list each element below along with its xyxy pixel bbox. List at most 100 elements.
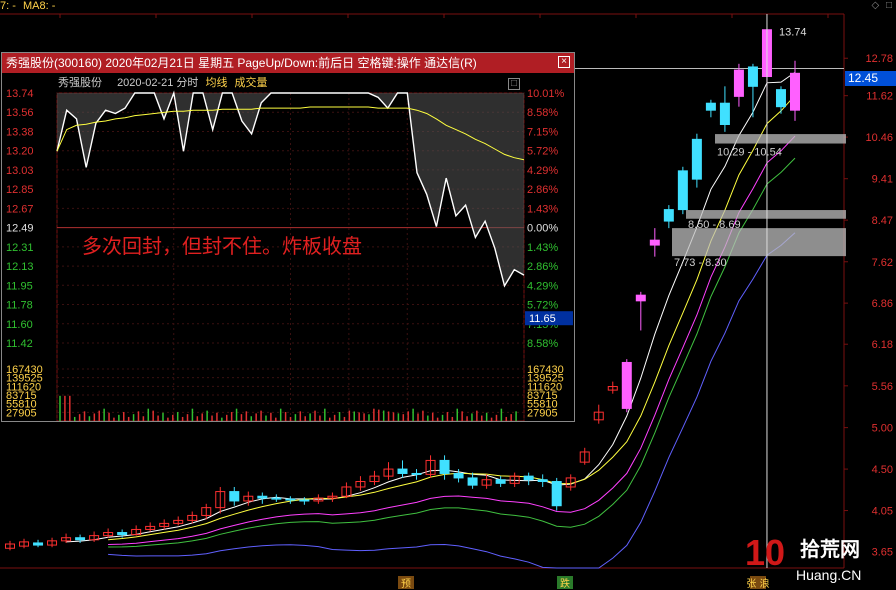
candle xyxy=(5,540,15,551)
y-tick-label: 12.78 xyxy=(865,53,893,65)
support-zone xyxy=(672,228,846,257)
candle-body xyxy=(285,498,296,501)
y-tick-label: 5.56 xyxy=(872,381,893,393)
candle xyxy=(719,86,730,132)
indicator-prefix: 7: - xyxy=(0,0,16,12)
candle xyxy=(509,472,520,487)
close-icon[interactable]: × xyxy=(558,56,570,68)
candle xyxy=(649,228,660,257)
pct-tick-label: 7.15% xyxy=(527,126,558,138)
candle-body xyxy=(75,537,86,541)
toggle-icon[interactable]: □ xyxy=(508,78,520,90)
candle xyxy=(691,133,702,188)
candle-body xyxy=(117,532,128,536)
candle xyxy=(145,522,156,532)
restore-icon[interactable]: □ xyxy=(886,0,892,11)
support-zone-label: 10.29 - 10.54 xyxy=(717,147,782,159)
popup-subheader: 秀强股份 2020-02-21 分时 均线 成交量 xyxy=(2,75,574,91)
date-label: 2020-02-21 xyxy=(117,77,174,89)
candle xyxy=(299,497,310,505)
y-tick-label: 4.50 xyxy=(872,464,893,476)
candle xyxy=(33,539,44,548)
candle-body xyxy=(453,472,464,479)
candle-body xyxy=(257,495,268,499)
y-tick-label: 11.62 xyxy=(866,91,893,103)
price-tick-label: 11.78 xyxy=(6,300,33,312)
candle-body xyxy=(691,138,702,180)
price-tick-label: 12.67 xyxy=(6,203,34,215)
candle xyxy=(523,472,534,486)
candle xyxy=(173,516,184,526)
price-tick-label: 12.31 xyxy=(6,242,34,254)
y-tick-label: 6.86 xyxy=(872,298,893,310)
candle xyxy=(663,205,674,229)
pct-tick-label: 8.58% xyxy=(527,107,558,119)
support-zone-label: 7.73 - 8.30 xyxy=(674,257,727,269)
price-tick-label: 11.42 xyxy=(6,338,33,350)
watermark-url: Huang.CN xyxy=(796,567,861,583)
last-price-label: 11.65 xyxy=(529,313,556,325)
popup-title-text: 秀强股份(300160) 2020年02月21日 星期五 PageUp/Down… xyxy=(6,56,477,70)
pct-tick-label: 5.72% xyxy=(527,300,558,312)
y-tick-label: 6.18 xyxy=(872,339,893,351)
intraday-chart: 13.74 10.01%13.56 8.58%13.38 7.15%13.20 5.72… xyxy=(6,88,573,421)
price-tick-label: 13.03 xyxy=(6,165,34,177)
candle-body xyxy=(299,499,310,502)
watermark-number: 10 xyxy=(745,532,785,573)
avg-line-label: 均线 xyxy=(205,77,228,89)
candle xyxy=(19,538,30,549)
pct-tick-label: 8.58% xyxy=(527,338,558,350)
candle-body xyxy=(537,479,548,483)
price-tick-label: 12.49 xyxy=(6,223,34,235)
y-tick-label: 5.00 xyxy=(872,423,893,435)
candle xyxy=(607,381,618,394)
candle xyxy=(103,528,114,538)
candle xyxy=(355,476,366,491)
candle-body xyxy=(635,294,646,302)
candle-body xyxy=(397,468,408,474)
pct-tick-label: 1.43% xyxy=(527,203,558,215)
candle xyxy=(285,496,296,504)
peak-label: 13.74 xyxy=(779,27,807,39)
bottom-marker: 张 浪 xyxy=(746,577,769,590)
y-tick-label: 10.46 xyxy=(865,132,893,144)
intraday-popup[interactable]: 13.74 10.01% 13.56 8.58% 13.38 7.15% 13.20 5.72… xyxy=(1,52,575,422)
candle-body xyxy=(439,459,450,474)
pct-tick-label: 4.29% xyxy=(527,165,558,177)
support-zone xyxy=(715,134,846,144)
candle-body xyxy=(790,72,800,111)
candle xyxy=(790,60,800,121)
candle xyxy=(397,460,408,478)
y-tick-label: 8.47 xyxy=(872,215,893,227)
candle-body xyxy=(733,69,744,97)
candle xyxy=(677,166,688,215)
candle xyxy=(271,494,282,502)
candle-body xyxy=(523,475,534,481)
pct-tick-label: 0.00% xyxy=(527,223,558,235)
pct-tick-label: 2.86% xyxy=(527,184,558,196)
candle xyxy=(47,537,58,548)
price-tick-label: 11.95 xyxy=(6,280,33,292)
ma8-label: MA8: - xyxy=(22,0,56,12)
price-tick-label: 11.60 xyxy=(6,319,33,331)
candle xyxy=(635,291,646,331)
annotation-text: 多次回封，但封不住。炸板收盘 xyxy=(82,234,362,258)
candle-body xyxy=(663,209,674,222)
pct-tick-label: 2.86% xyxy=(527,261,558,273)
stock-name: 秀强股份 xyxy=(58,77,102,89)
candle xyxy=(229,486,240,506)
candle-body xyxy=(649,239,660,246)
candle-body xyxy=(775,89,786,108)
diamond-icon[interactable]: ◇ xyxy=(871,0,879,11)
candle xyxy=(257,492,268,504)
candle xyxy=(747,63,758,118)
candle-body xyxy=(33,542,44,546)
corner-controls: ◇ □ xyxy=(867,0,892,11)
indicator-bar: 7: - MA8: - xyxy=(0,0,59,14)
volume-tick-label-right: 27905 xyxy=(527,407,558,419)
popup-title[interactable]: 秀强股份(300160) 2020年02月21日 星期五 PageUp/Down… xyxy=(2,53,574,73)
candle xyxy=(131,525,142,536)
price-tick-label: 12.13 xyxy=(6,261,34,273)
candle-body xyxy=(411,472,422,475)
y-tick-label: 7.62 xyxy=(872,257,893,269)
